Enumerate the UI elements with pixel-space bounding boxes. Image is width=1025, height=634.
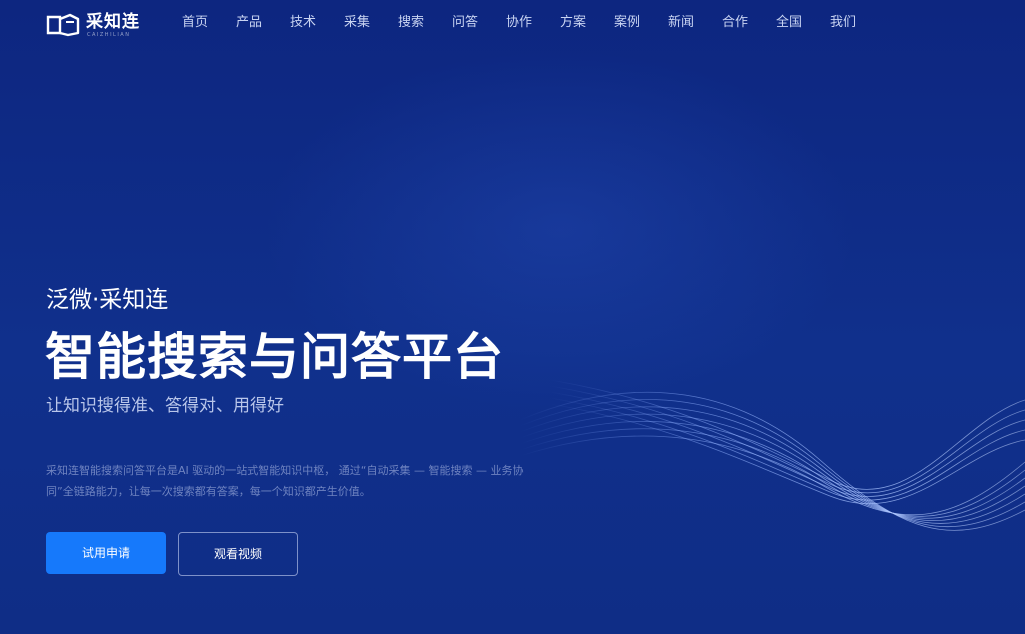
hero-subtitle: 泛微·采知连 bbox=[46, 287, 169, 313]
hero-title: 智能搜索与问答平台 bbox=[45, 328, 504, 386]
nav-item-solutions[interactable]: 方案 bbox=[560, 14, 586, 32]
top-navbar: 采知连 CAIZHILIAN 首页 产品 技术 采集 搜索 问答 协作 方案 案… bbox=[0, 0, 1025, 46]
nav-item-home[interactable]: 首页 bbox=[182, 14, 208, 32]
nav-item-technology[interactable]: 技术 bbox=[290, 14, 316, 32]
nav-item-product[interactable]: 产品 bbox=[236, 14, 262, 32]
hero-slogan: 让知识搜得准、答得对、用得好 bbox=[46, 396, 284, 416]
nav-item-collection[interactable]: 采集 bbox=[344, 14, 370, 32]
trial-apply-button[interactable]: 试用申请 bbox=[46, 532, 166, 574]
nav-item-cases[interactable]: 案例 bbox=[614, 14, 640, 32]
nav-item-about[interactable]: 我们 bbox=[830, 14, 856, 32]
hero-description: 采知连智能搜索问答平台是AI 驱动的一站式智能知识中枢， 通过“自动采集 — 智… bbox=[46, 464, 524, 498]
nav-item-qa[interactable]: 问答 bbox=[452, 14, 478, 32]
logo-text: 采知连 bbox=[86, 12, 140, 32]
nav-item-partnership[interactable]: 合作 bbox=[722, 14, 748, 32]
nav-item-news[interactable]: 新闻 bbox=[668, 14, 694, 32]
nav-item-nationwide[interactable]: 全国 bbox=[776, 14, 802, 32]
logo-subtext: CAIZHILIAN bbox=[87, 32, 131, 38]
nav-item-collaboration[interactable]: 协作 bbox=[506, 14, 532, 32]
hero-wave-graphic bbox=[520, 379, 1025, 531]
logo-mark-icon bbox=[46, 13, 80, 37]
watch-video-button[interactable]: 观看视频 bbox=[178, 532, 298, 576]
nav-item-search[interactable]: 搜索 bbox=[398, 14, 424, 32]
